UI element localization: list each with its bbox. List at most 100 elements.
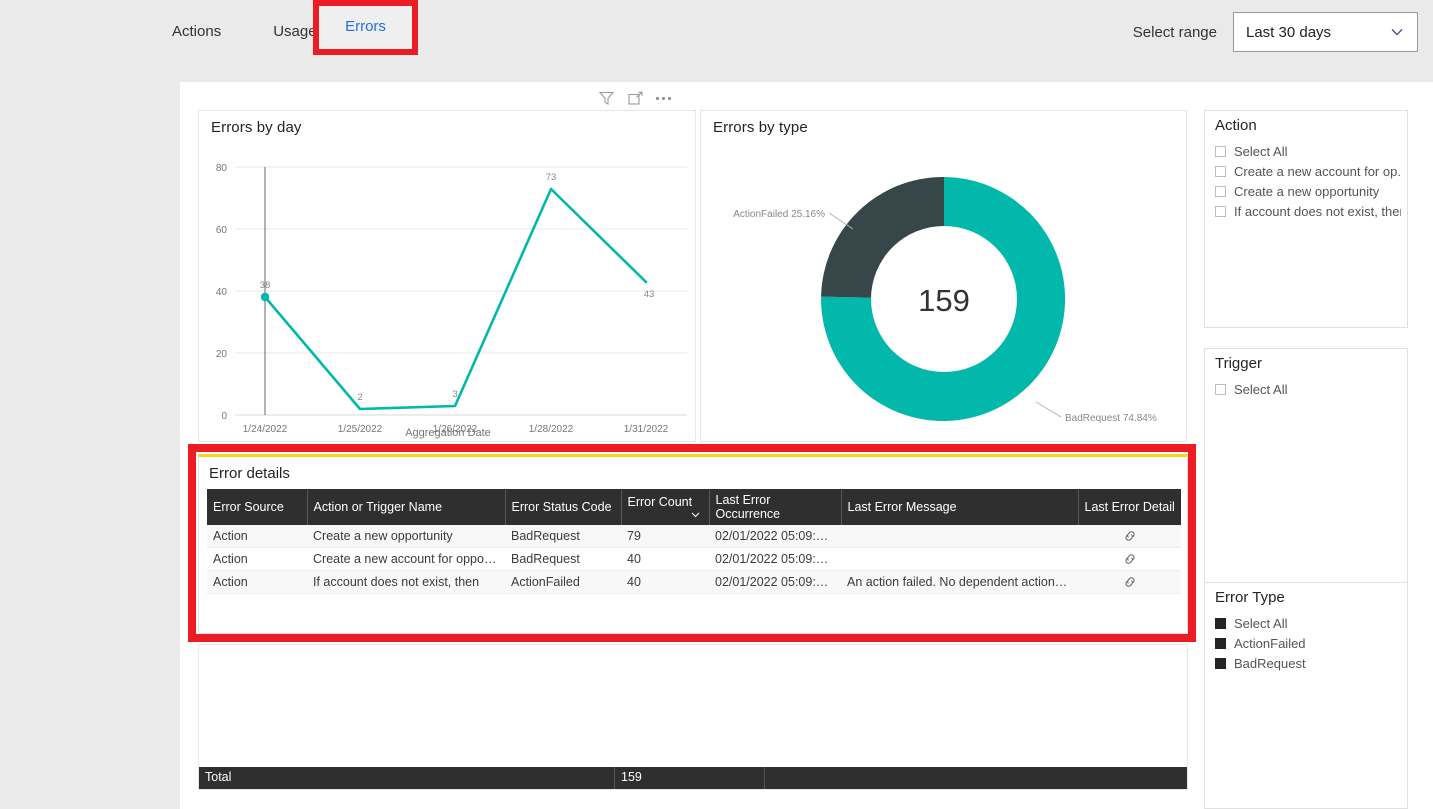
errors-by-day-title: Errors by day	[211, 119, 302, 136]
data-label-1: 2	[357, 392, 362, 403]
line-chart-plot: 80 60 40 20 0 38 2 3 73 43 1/24/2022 1/2…	[199, 145, 697, 443]
slicer-item-label: Select All	[1234, 382, 1287, 397]
slicer-action[interactable]: Action Select All Create a new account f…	[1204, 110, 1408, 328]
checkbox-icon[interactable]	[1215, 146, 1226, 157]
slicer-item-if-account-not-exist[interactable]: If account does not exist, then	[1215, 201, 1401, 221]
cell-error-source: Action	[207, 548, 307, 571]
slicer-item-select-all[interactable]: Select All	[1215, 141, 1401, 161]
range-selector-group: Select range Last 30 days	[1133, 12, 1418, 52]
cell-action-name: Create a new account for opportunity	[307, 548, 505, 571]
filter-icon[interactable]	[598, 90, 615, 107]
slicer-trigger-items: Select All	[1215, 379, 1401, 399]
cell-action-name: If account does not exist, then	[307, 571, 505, 594]
checkbox-icon[interactable]	[1215, 206, 1226, 217]
tab-errors[interactable]: Errors	[319, 2, 412, 51]
cell-error-count: 40	[621, 548, 709, 571]
chevron-down-icon	[690, 509, 701, 520]
checkbox-icon[interactable]	[1215, 384, 1226, 395]
data-label-0: 38	[260, 280, 271, 291]
donut-label-badrequest: BadRequest 74.84%	[1065, 413, 1157, 424]
column-header-error-source[interactable]: Error Source	[207, 489, 307, 525]
link-detail-icon[interactable]	[1123, 575, 1137, 589]
tab-usage-label: Usage	[273, 23, 316, 40]
checkbox-checked-icon[interactable]	[1215, 618, 1226, 629]
data-label-2: 3	[452, 389, 457, 400]
focus-mode-icon[interactable]	[627, 90, 644, 107]
range-dropdown-value: Last 30 days	[1246, 24, 1331, 41]
data-label-3: 73	[546, 172, 557, 183]
slicer-item-label: BadRequest	[1234, 656, 1306, 671]
checkbox-checked-icon[interactable]	[1215, 658, 1226, 669]
slicer-item-label: If account does not exist, then	[1234, 204, 1401, 219]
cell-action-name: Create a new opportunity	[307, 525, 505, 548]
line-series-errors	[265, 189, 646, 409]
slicer-item-select-all[interactable]: Select All	[1215, 379, 1401, 399]
total-label: Total	[199, 767, 615, 789]
chevron-down-icon	[1389, 24, 1405, 40]
table-header-row: Error Source Action or Trigger Name Erro…	[207, 489, 1181, 525]
slicer-item-select-all[interactable]: Select All	[1215, 613, 1401, 633]
error-details-title: Error details	[209, 465, 290, 482]
range-dropdown[interactable]: Last 30 days	[1233, 12, 1418, 52]
cell-last-occurrence: 02/01/2022 05:09:46 AM	[709, 571, 841, 594]
slicer-item-create-opportunity[interactable]: Create a new opportunity	[1215, 181, 1401, 201]
checkbox-checked-icon[interactable]	[1215, 638, 1226, 649]
cell-last-message	[841, 548, 1078, 571]
tab-actions[interactable]: Actions	[160, 0, 233, 62]
donut-chart-plot: 159 ActionFailed 25.16% BadRequest 74.84…	[701, 139, 1188, 443]
errors-by-type-chart[interactable]: Errors by type 159 ActionFailed 25.16% B…	[700, 110, 1187, 442]
error-details-table: Error Source Action or Trigger Name Erro…	[207, 489, 1181, 594]
slicer-item-badrequest[interactable]: BadRequest	[1215, 653, 1401, 673]
total-spacer	[765, 767, 1187, 789]
line-marker-point	[261, 293, 269, 301]
table-row[interactable]: Action Create a new opportunity BadReque…	[207, 525, 1181, 548]
cell-status-code: ActionFailed	[505, 571, 621, 594]
total-value: 159	[615, 767, 765, 789]
donut-center-value: 159	[918, 283, 970, 318]
errors-by-day-chart[interactable]: Errors by day 80 60 40 20 0 38 2 3 73 43	[198, 110, 696, 442]
cell-last-detail[interactable]	[1078, 571, 1181, 594]
cell-last-occurrence: 02/01/2022 05:09:49 AM	[709, 525, 841, 548]
column-header-error-status-code[interactable]: Error Status Code	[505, 489, 621, 525]
y-tick-60: 60	[216, 225, 228, 236]
slicer-item-label: Create a new account for op...	[1234, 164, 1401, 179]
cell-last-message	[841, 525, 1078, 548]
table-row[interactable]: Action Create a new account for opportun…	[207, 548, 1181, 571]
table-row[interactable]: Action If account does not exist, then A…	[207, 571, 1181, 594]
slicer-action-items: Select All Create a new account for op..…	[1215, 141, 1401, 221]
error-details-table-visual[interactable]: Error details Error Source Action or Tri…	[198, 454, 1188, 634]
cell-error-count: 79	[621, 525, 709, 548]
errors-by-type-title: Errors by type	[713, 119, 808, 136]
cell-status-code: BadRequest	[505, 525, 621, 548]
slicer-item-label: Select All	[1234, 144, 1287, 159]
column-header-last-error-message[interactable]: Last Error Message	[841, 489, 1078, 525]
column-header-action-or-trigger-name[interactable]: Action or Trigger Name	[307, 489, 505, 525]
top-navigation-bar: Actions Usage Errors Select range Last 3…	[0, 0, 1433, 62]
cell-last-detail[interactable]	[1078, 548, 1181, 571]
link-detail-icon[interactable]	[1123, 529, 1137, 543]
checkbox-icon[interactable]	[1215, 166, 1226, 177]
slicer-trigger[interactable]: Trigger Select All	[1204, 348, 1408, 586]
tab-errors-label: Errors	[345, 18, 386, 35]
y-tick-20: 20	[216, 349, 228, 360]
slicer-item-actionfailed[interactable]: ActionFailed	[1215, 633, 1401, 653]
slicer-error-type[interactable]: Error Type Select All ActionFailed BadRe…	[1204, 582, 1408, 809]
y-tick-40: 40	[216, 287, 228, 298]
column-header-error-count[interactable]: Error Count	[621, 489, 709, 525]
link-detail-icon[interactable]	[1123, 552, 1137, 566]
slicer-item-create-account[interactable]: Create a new account for op...	[1215, 161, 1401, 181]
column-header-last-error-occurrence[interactable]: Last Error Occurrence	[709, 489, 841, 525]
column-header-last-error-detail[interactable]: Last Error Detail	[1078, 489, 1181, 525]
report-canvas: Errors by day 80 60 40 20 0 38 2 3 73 43	[180, 82, 1433, 809]
slicer-error-type-items: Select All ActionFailed BadRequest	[1215, 613, 1401, 673]
slicer-error-type-title: Error Type	[1215, 589, 1285, 606]
slicer-item-label: ActionFailed	[1234, 636, 1306, 651]
cell-error-source: Action	[207, 525, 307, 548]
cell-error-count: 40	[621, 571, 709, 594]
more-options-icon[interactable]	[656, 97, 671, 100]
cell-last-detail[interactable]	[1078, 525, 1181, 548]
error-details-total-visual[interactable]: Total 159	[198, 644, 1188, 790]
callout-leader-badrequest	[1036, 402, 1061, 417]
cell-last-occurrence: 02/01/2022 05:09:46 AM	[709, 548, 841, 571]
checkbox-icon[interactable]	[1215, 186, 1226, 197]
